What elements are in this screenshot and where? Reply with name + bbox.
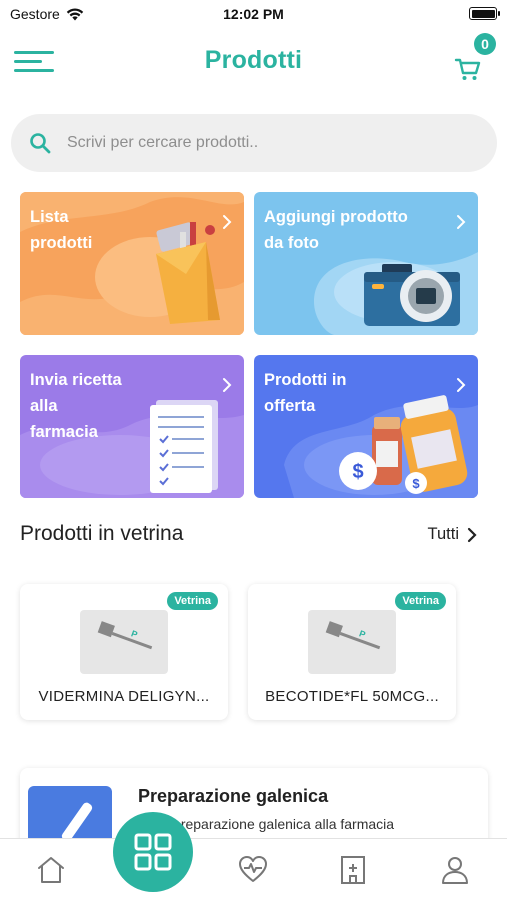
page-title: Prodotti — [204, 46, 303, 74]
search-bar[interactable] — [11, 114, 497, 172]
card-offers[interactable]: $ $ Prodotti in offerta — [254, 355, 478, 498]
bottom-tab-bar — [0, 838, 507, 900]
card-title: Invia ricetta alla farmacia — [30, 371, 122, 441]
see-all-link[interactable]: Tutti — [428, 525, 477, 544]
chevron-right-icon — [457, 378, 466, 392]
clock: 12:02 PM — [223, 6, 284, 22]
chevron-right-icon — [223, 215, 232, 229]
product-name: VIDERMINA DELIGYN... — [38, 688, 210, 705]
card-add-product-photo[interactable]: Aggiungi prodotto da foto — [254, 192, 478, 335]
pharmacy-icon — [341, 856, 365, 884]
chevron-right-icon — [223, 378, 232, 392]
tab-home[interactable] — [34, 853, 70, 889]
product-image: P — [308, 610, 396, 674]
card-title: Aggiungi prodotto da foto — [264, 208, 408, 252]
battery-icon — [469, 7, 500, 20]
product-image: P — [80, 610, 168, 674]
galenica-title: Preparazione galenica — [138, 786, 329, 806]
showcase-badge: Vetrina — [395, 592, 446, 610]
card-title: Lista prodotti — [30, 208, 93, 252]
grid-icon — [134, 833, 172, 871]
cart-count-badge: 0 — [474, 33, 496, 55]
svg-text:$: $ — [352, 461, 363, 483]
heart-pulse-icon — [239, 856, 267, 882]
see-all-label: Tutti — [427, 525, 459, 543]
tab-profile[interactable] — [438, 853, 474, 889]
catalog-button[interactable] — [113, 812, 193, 892]
product-card[interactable]: Vetrina P VIDERMINA DELIGYN... — [20, 584, 228, 720]
svg-text:P: P — [130, 628, 139, 639]
chevron-right-icon — [467, 527, 477, 542]
showcase-badge: Vetrina — [167, 592, 218, 610]
top-header: Prodotti 0 — [0, 33, 507, 86]
chevron-right-icon — [457, 215, 466, 229]
card-product-list[interactable]: Lista prodotti — [20, 192, 244, 335]
status-bar: Gestore 12:02 PM — [0, 0, 507, 30]
search-icon — [30, 133, 51, 154]
cart-icon — [454, 58, 481, 80]
tab-health[interactable] — [236, 853, 272, 889]
svg-text:P: P — [358, 628, 367, 639]
svg-text:$: $ — [412, 476, 420, 491]
card-title: Prodotti in offerta — [264, 371, 347, 415]
tab-pharmacy[interactable] — [336, 853, 372, 889]
product-name: BECOTIDE*FL 50MCG... — [265, 688, 439, 705]
product-card[interactable]: Vetrina P BECOTIDE*FL 50MCG... — [248, 584, 456, 720]
home-icon — [38, 857, 64, 883]
section-title: Prodotti in vetrina — [20, 522, 184, 545]
search-input[interactable] — [67, 134, 467, 152]
user-icon — [442, 857, 468, 884]
card-send-prescription[interactable]: Invia ricetta alla farmacia — [20, 355, 244, 498]
